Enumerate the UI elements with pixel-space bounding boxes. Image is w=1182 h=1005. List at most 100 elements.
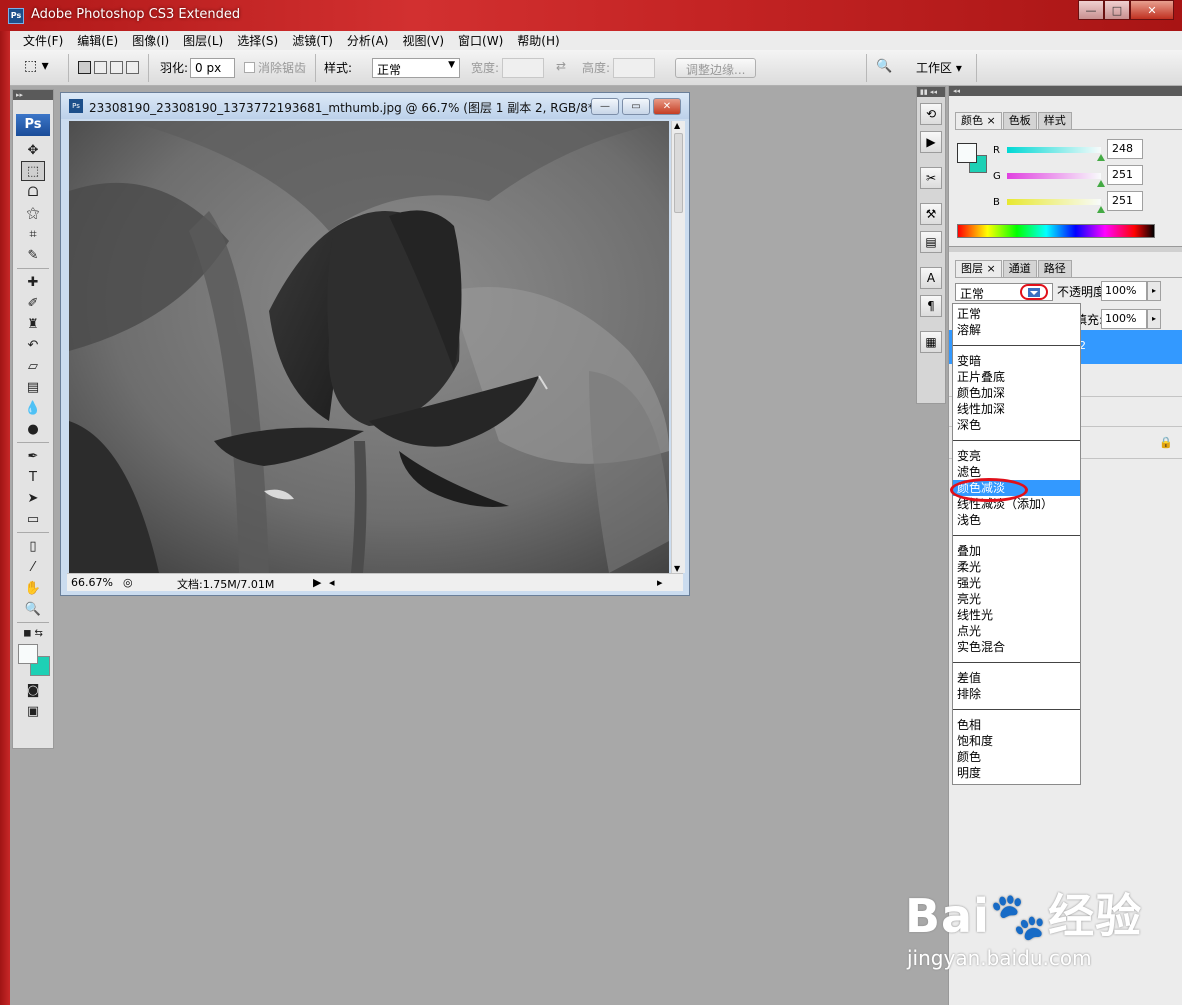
slice-tool-icon[interactable]: ✎	[21, 245, 45, 265]
blend-option[interactable]: 深色	[953, 417, 1080, 433]
blend-option[interactable]: 色相	[953, 717, 1080, 733]
document-title-bar[interactable]: Ps 23308190_23308190_1373772193681_mthum…	[61, 93, 689, 119]
zoom-level[interactable]: 66.67%	[71, 576, 113, 589]
tool-presets-icon[interactable]: ✂	[920, 167, 942, 189]
maximize-button[interactable]: □	[1104, 0, 1130, 20]
doc-minimize-button[interactable]: —	[591, 98, 619, 115]
menu-window[interactable]: 窗口(W)	[451, 32, 510, 49]
blur-tool-icon[interactable]: 💧	[21, 398, 45, 418]
swap-colors-icon[interactable]: ◼ ⇆	[21, 626, 45, 640]
blend-option[interactable]: 实色混合	[953, 639, 1080, 655]
clone-stamp-icon[interactable]: ♜	[21, 314, 45, 334]
type-tool-icon[interactable]: T	[21, 467, 45, 487]
menu-layer[interactable]: 图层(L)	[176, 32, 230, 49]
intersect-selection-icon[interactable]	[126, 61, 139, 74]
blend-option[interactable]: 差值	[953, 670, 1080, 686]
hand-tool-icon[interactable]: ✋	[21, 578, 45, 598]
b-slider-thumb[interactable]	[1097, 206, 1105, 213]
history-panel-icon[interactable]: ⟲	[920, 103, 942, 125]
blend-option[interactable]: 滤色	[953, 464, 1080, 480]
magic-wand-tool-icon[interactable]: ⚝	[21, 203, 45, 223]
scroll-thumb[interactable]	[674, 133, 683, 213]
minimize-button[interactable]: —	[1078, 0, 1104, 20]
blend-option[interactable]: 变暗	[953, 353, 1080, 369]
color-spectrum[interactable]	[957, 224, 1155, 238]
blend-option[interactable]: 点光	[953, 623, 1080, 639]
history-brush-icon[interactable]: ↶	[21, 335, 45, 355]
menu-select[interactable]: 选择(S)	[230, 32, 285, 49]
marquee-tool-icon[interactable]: ⬚	[21, 161, 45, 181]
pen-tool-icon[interactable]: ✒	[21, 446, 45, 466]
blend-option[interactable]: 叠加	[953, 543, 1080, 559]
layer-comps-icon[interactable]: ▦	[920, 331, 942, 353]
clone-source-icon[interactable]: ▤	[920, 231, 942, 253]
notes-tool-icon[interactable]: ▯	[21, 536, 45, 556]
dock-grip-icon[interactable]: ▮▮ ◂◂	[917, 87, 945, 97]
opacity-input[interactable]: 100%	[1101, 281, 1147, 301]
workspace-button[interactable]: 工作区 ▾	[916, 59, 962, 76]
tab-swatches[interactable]: 色板	[1002, 112, 1037, 129]
doc-maximize-button[interactable]: ▭	[622, 98, 650, 115]
shape-tool-icon[interactable]: ▭	[21, 509, 45, 529]
actions-panel-icon[interactable]: ▶	[920, 131, 942, 153]
menu-file[interactable]: 文件(F)	[16, 32, 70, 49]
path-selection-icon[interactable]: ➤	[21, 488, 45, 508]
brush-tool-icon[interactable]: ✐	[21, 293, 45, 313]
character-panel-icon[interactable]: A	[920, 267, 942, 289]
fill-arrow-icon[interactable]: ▸	[1147, 309, 1161, 329]
tab-channels[interactable]: 通道	[1002, 260, 1037, 277]
menu-image[interactable]: 图像(I)	[125, 32, 176, 49]
g-slider-thumb[interactable]	[1097, 180, 1105, 187]
subtract-selection-icon[interactable]	[110, 61, 123, 74]
image-canvas[interactable]	[69, 121, 669, 573]
lasso-tool-icon[interactable]: ᗝ	[21, 182, 45, 202]
blend-option[interactable]: 线性光	[953, 607, 1080, 623]
antialias-checkbox[interactable]	[244, 62, 255, 73]
blend-option[interactable]: 正片叠底	[953, 369, 1080, 385]
refine-edge-button[interactable]: 调整边缘...	[675, 58, 757, 78]
r-input[interactable]: 248	[1107, 139, 1143, 159]
style-select[interactable]: 正常 ▼	[372, 58, 460, 78]
b-input[interactable]: 251	[1107, 191, 1143, 211]
add-selection-icon[interactable]	[94, 61, 107, 74]
toolbox-grip-icon[interactable]: ▸▸	[13, 90, 53, 100]
eyedropper-tool-icon[interactable]: ⁄	[21, 557, 45, 577]
g-slider[interactable]	[1007, 173, 1101, 179]
blend-option[interactable]: 明度	[953, 765, 1080, 781]
blend-option[interactable]: 浅色	[953, 512, 1080, 528]
blend-option[interactable]: 线性加深	[953, 401, 1080, 417]
g-input[interactable]: 251	[1107, 165, 1143, 185]
blend-option[interactable]: 颜色加深	[953, 385, 1080, 401]
blend-option[interactable]: 溶解	[953, 322, 1080, 338]
menu-filter[interactable]: 滤镜(T)	[285, 32, 340, 49]
zoom-icon[interactable]: ◎	[123, 576, 133, 589]
tab-color[interactable]: 颜色 ×	[955, 112, 1002, 129]
paragraph-panel-icon[interactable]: ¶	[920, 295, 942, 317]
blend-option[interactable]: 正常	[953, 306, 1080, 322]
swap-icon[interactable]: ⇄	[556, 59, 566, 73]
eraser-tool-icon[interactable]: ▱	[21, 356, 45, 376]
quick-mask-icon[interactable]: ◙	[21, 680, 45, 700]
r-slider[interactable]	[1007, 147, 1101, 153]
fill-input[interactable]: 100%	[1101, 309, 1147, 329]
color-swatches[interactable]	[16, 644, 50, 676]
screen-mode-icon[interactable]: ▣	[21, 701, 45, 721]
blend-option[interactable]: 排除	[953, 686, 1080, 702]
bridge-icon[interactable]: 🔍	[876, 59, 892, 74]
blend-option[interactable]: 柔光	[953, 559, 1080, 575]
scroll-up-icon[interactable]: ▲	[674, 121, 680, 130]
gradient-tool-icon[interactable]: ▤	[21, 377, 45, 397]
r-slider-thumb[interactable]	[1097, 154, 1105, 161]
width-input[interactable]	[502, 58, 544, 78]
b-slider[interactable]	[1007, 199, 1101, 205]
height-input[interactable]	[613, 58, 655, 78]
feather-input[interactable]: 0 px	[190, 58, 235, 78]
foreground-color[interactable]	[18, 644, 38, 664]
menu-edit[interactable]: 编辑(E)	[70, 32, 125, 49]
vertical-scrollbar[interactable]: ▲ ▼	[671, 121, 685, 573]
blend-option[interactable]: 饱和度	[953, 733, 1080, 749]
tab-paths[interactable]: 路径	[1037, 260, 1072, 277]
status-menu-arrow-icon[interactable]: ▶	[313, 576, 321, 589]
scroll-right-icon[interactable]: ▸	[657, 576, 663, 589]
crop-tool-icon[interactable]: ⌗	[21, 224, 45, 244]
